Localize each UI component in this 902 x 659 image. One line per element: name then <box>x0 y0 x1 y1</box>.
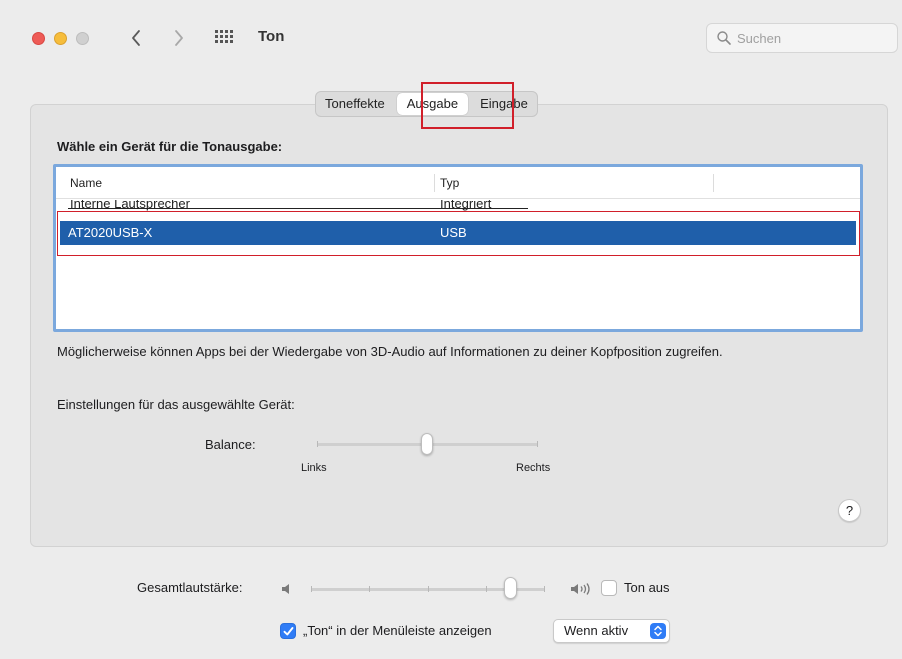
device-name: AT2020USB-X <box>68 225 153 240</box>
slider-tick <box>317 441 318 447</box>
title-bar: Ton Suchen <box>0 0 902 53</box>
tab-toneffekte[interactable]: Toneffekte <box>317 93 393 115</box>
spatial-audio-info-text: Möglicherweise können Apps bei der Wiede… <box>57 344 723 359</box>
balance-left-label: Links <box>301 462 327 474</box>
speaker-high-icon <box>571 583 590 595</box>
column-header-name[interactable]: Name <box>70 176 102 190</box>
grid-icon <box>215 30 233 43</box>
chevron-updown-icon <box>654 625 662 637</box>
balance-label: Balance: <box>205 437 256 452</box>
sound-preferences-window: Ton Suchen Toneffekte Ausgabe Eingabe Wä… <box>0 0 902 659</box>
search-icon <box>717 31 731 45</box>
device-type: USB <box>440 225 467 240</box>
column-header-type[interactable]: Typ <box>440 176 459 190</box>
device-name: Interne Lautsprecher <box>70 200 190 211</box>
window-title: Ton <box>258 28 285 45</box>
column-divider <box>434 174 435 192</box>
zoom-window-button[interactable] <box>76 32 89 45</box>
popup-selected-value: Wenn aktiv <box>564 623 629 638</box>
volume-label: Gesamtlautstärke: <box>137 580 243 595</box>
slider-tick <box>311 586 312 592</box>
balance-slider-knob[interactable] <box>421 433 433 455</box>
slider-tick <box>369 586 370 592</box>
mute-checkbox[interactable] <box>601 580 617 596</box>
table-row[interactable]: Interne Lautsprecher Integriert <box>60 200 856 218</box>
chevron-left-icon <box>132 30 140 46</box>
popup-arrows <box>650 623 666 639</box>
device-type: Integriert <box>440 200 492 211</box>
search-placeholder: Suchen <box>737 31 782 46</box>
menubar-visibility-popup[interactable]: Wenn aktiv <box>553 619 670 643</box>
search-field[interactable]: Suchen <box>706 23 898 53</box>
minimize-window-button[interactable] <box>54 32 67 45</box>
mute-label: Ton aus <box>624 580 670 595</box>
tab-eingabe[interactable]: Eingabe <box>472 93 536 115</box>
slider-tick <box>428 586 429 592</box>
checkmark-icon <box>283 627 294 636</box>
show-all-preferences-button[interactable] <box>215 30 233 44</box>
slider-tick <box>537 441 538 447</box>
column-divider <box>713 174 714 192</box>
chevron-right-icon <box>175 30 183 46</box>
forward-button[interactable] <box>168 25 190 51</box>
slider-tick <box>544 586 545 592</box>
table-header: Name Typ <box>56 167 860 199</box>
table-row-selected[interactable]: AT2020USB-X USB <box>60 221 856 245</box>
close-window-button[interactable] <box>32 32 45 45</box>
help-button[interactable]: ? <box>838 499 861 522</box>
back-button[interactable] <box>125 25 147 51</box>
row-separator-line <box>68 208 528 209</box>
show-in-menubar-label: „Ton“ in der Menüleiste anzeigen <box>303 623 492 638</box>
speaker-low-icon <box>282 584 289 594</box>
balance-right-label: Rechts <box>516 462 551 474</box>
slider-tick <box>486 586 487 592</box>
tab-ausgabe[interactable]: Ausgabe <box>396 93 469 115</box>
output-section-title: Wähle ein Gerät für die Tonausgabe: <box>57 139 283 154</box>
output-device-table[interactable]: Name Typ Interne Lautsprecher Integriert… <box>53 164 863 332</box>
tab-segmented-control: Toneffekte Ausgabe Eingabe <box>315 91 538 117</box>
device-settings-label: Einstellungen für das ausgewählte Gerät: <box>57 397 295 412</box>
show-in-menubar-checkbox[interactable] <box>280 623 296 639</box>
volume-slider-knob[interactable] <box>504 577 517 599</box>
